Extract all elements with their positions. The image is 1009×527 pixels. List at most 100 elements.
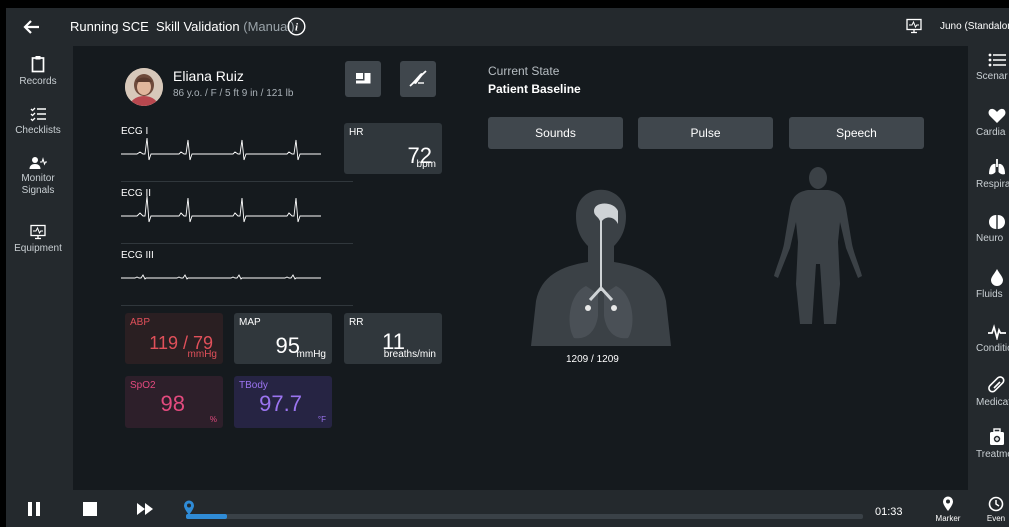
info-icon[interactable]: i [287, 17, 306, 36]
map-unit: mmHg [296, 349, 326, 360]
patient-avatar [125, 68, 163, 106]
nav-fluids[interactable]: Fluids [968, 268, 1009, 300]
respiratory-figure[interactable] [526, 176, 676, 346]
hr-label: HR [349, 127, 364, 138]
nav-conditions-label: Conditio [976, 343, 1009, 354]
nav-records[interactable]: Records [6, 55, 70, 87]
title-main: Skill Validation [156, 19, 240, 34]
nav-checklists[interactable]: Checklists [6, 106, 70, 136]
nav-checklists-label: Checklists [15, 125, 61, 136]
event-button[interactable]: Even [976, 496, 1009, 523]
stop-icon[interactable] [82, 501, 98, 517]
current-state-label: Current State [488, 64, 560, 78]
location-pin-icon [943, 496, 953, 511]
pulse-button[interactable]: Pulse [638, 117, 773, 149]
fast-forward-icon[interactable] [136, 501, 154, 517]
spo2-label: SpO2 [130, 380, 156, 391]
nav-fluids-label: Fluids [976, 289, 1003, 300]
ecg-lead-2-trace [121, 195, 321, 223]
title-prefix: Running SCE [70, 19, 149, 34]
sounds-button[interactable]: Sounds [488, 117, 623, 149]
checklist-icon [30, 107, 46, 122]
nav-scenario-label: Scenar [976, 71, 1008, 82]
ecg-divider [121, 181, 353, 182]
map-label: MAP [239, 317, 261, 328]
nav-conditions[interactable]: Conditio [968, 324, 1009, 354]
hr-box[interactable]: HR 72 bpm [344, 123, 442, 174]
main-panel: Eliana Ruiz 86 y.o. / F / 5 ft 9 in / 12… [73, 46, 968, 490]
nav-monitor-signals[interactable]: Monitor Signals [6, 156, 70, 197]
clipboard-icon [31, 56, 45, 73]
rr-unit: breaths/min [383, 349, 436, 360]
patient-name: Eliana Ruiz [173, 68, 244, 84]
layout-button[interactable] [345, 61, 381, 97]
device-name: Juno (Standalon [940, 21, 1009, 32]
nav-cardiac[interactable]: Cardia [968, 108, 1009, 138]
timeline-track[interactable] [186, 514, 863, 519]
marker-button[interactable]: Marker [928, 496, 968, 523]
ecg-divider [121, 243, 353, 244]
ecg-lead-2: ECG II [121, 188, 353, 244]
nav-respiratory[interactable]: Respirat [968, 158, 1009, 190]
nav-equipment[interactable]: Equipment [6, 224, 70, 254]
pause-icon[interactable] [26, 501, 42, 517]
nav-treatments-label: Treatme [976, 449, 1009, 460]
list-icon [988, 53, 1006, 67]
nav-respiratory-label: Respirat [976, 179, 1009, 190]
respiratory-count: 1209 / 1209 [566, 354, 619, 365]
event-label: Even [986, 514, 1006, 523]
ecg-divider [121, 305, 353, 306]
tbody-box[interactable]: TBody 97.7 °F [234, 376, 332, 428]
equipment-icon [30, 224, 46, 240]
right-sidebar: Scenar Cardia Respirat Neuro [968, 46, 1009, 490]
map-box[interactable]: MAP 95 mmHg [234, 313, 332, 364]
ecg-lead-3: ECG III [121, 250, 353, 306]
rr-label: RR [349, 317, 364, 328]
current-state-value: Patient Baseline [488, 82, 581, 96]
svg-text:i: i [295, 22, 299, 34]
timeline-handle-icon[interactable] [183, 500, 195, 516]
app-window: Running SCE Skill Validation (Manual) i … [6, 8, 1009, 527]
nav-records-label: Records [19, 76, 57, 87]
abp-box[interactable]: ABP 119 / 79 mmHg [125, 313, 223, 364]
monitor-signals-icon [29, 157, 47, 169]
nav-treatments[interactable]: Treatme [968, 428, 1009, 460]
abp-label: ABP [130, 317, 151, 328]
heart-icon [988, 108, 1006, 123]
back-arrow-icon[interactable] [22, 17, 42, 37]
nav-monitor-signals-label: Monitor Signals [21, 173, 55, 196]
spo2-unit: % [209, 415, 217, 424]
speech-button[interactable]: Speech [789, 117, 924, 149]
speaker-off-icon [409, 70, 427, 87]
nav-medications-label: Medicati [976, 397, 1009, 408]
medkit-icon [990, 428, 1004, 445]
nav-neuro[interactable]: Neuro [968, 214, 1009, 244]
spo2-box[interactable]: SpO2 98 % [125, 376, 223, 428]
marker-label: Marker [935, 514, 961, 523]
nav-neuro-label: Neuro [976, 233, 1004, 244]
body-figure[interactable] [768, 164, 868, 324]
ecg-lead-1: ECG I [121, 126, 353, 182]
monitor-icon[interactable] [906, 18, 922, 34]
pulse-wave-icon [988, 324, 1006, 340]
tbody-value: 97.7 [259, 391, 302, 416]
lungs-icon [989, 159, 1005, 175]
nav-equipment-label: Equipment [14, 243, 62, 254]
elapsed-time: 01:33 [875, 506, 903, 518]
abp-unit: mmHg [187, 349, 217, 360]
rr-box[interactable]: RR 11 breaths/min [344, 313, 442, 364]
nav-scenario[interactable]: Scenar [968, 52, 1009, 82]
tbody-unit: °F [317, 415, 326, 424]
scenario-title: Running SCE Skill Validation (Manual) [70, 19, 295, 34]
playback-bar: 01:33 Marker Even [6, 490, 1009, 527]
layout-icon [356, 73, 371, 84]
brain-icon [989, 215, 1005, 229]
spo2-value: 98 [160, 391, 185, 416]
ecg-lead-3-trace [121, 274, 321, 280]
clock-icon [988, 496, 1004, 512]
top-bar: Running SCE Skill Validation (Manual) i … [6, 8, 1009, 46]
nav-medications[interactable]: Medicati [968, 376, 1009, 408]
sound-off-button[interactable] [400, 61, 436, 97]
tbody-label: TBody [239, 380, 268, 391]
pill-icon [988, 376, 1005, 393]
